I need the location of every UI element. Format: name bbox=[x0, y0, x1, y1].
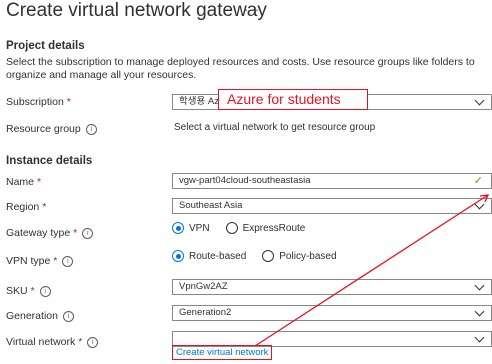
info-icon[interactable]: i bbox=[62, 311, 74, 322]
vpn-type-option-route-based[interactable]: Route-based bbox=[172, 250, 246, 262]
annotation-arrow-line bbox=[254, 194, 489, 347]
generation-label: Generation i bbox=[6, 310, 74, 322]
checkmark-icon: ✓ bbox=[473, 175, 483, 187]
chevron-down-icon bbox=[474, 199, 485, 210]
subscription-label: Subscription * bbox=[6, 96, 71, 108]
gateway-type-option-vpn[interactable]: VPN bbox=[172, 222, 210, 234]
gateway-type-radio-group: VPN ExpressRoute bbox=[172, 222, 321, 234]
chevron-down-icon bbox=[474, 332, 485, 343]
name-value: vgw-part04cloud-southeastasia bbox=[179, 175, 311, 186]
name-input[interactable]: vgw-part04cloud-southeastasia ✓ bbox=[172, 173, 492, 189]
name-label: Name * bbox=[6, 176, 42, 188]
info-icon[interactable]: i bbox=[39, 286, 51, 297]
chevron-down-icon bbox=[474, 95, 485, 106]
region-dropdown[interactable]: Southeast Asia bbox=[172, 198, 492, 214]
virtual-network-label: Virtual network * i bbox=[6, 336, 99, 348]
generation-value: Generation2 bbox=[179, 307, 232, 318]
gateway-type-option-expressroute[interactable]: ExpressRoute bbox=[225, 222, 305, 234]
project-details-heading: Project details bbox=[6, 40, 85, 52]
region-value: Southeast Asia bbox=[179, 200, 243, 211]
chevron-down-icon bbox=[474, 280, 485, 291]
info-icon[interactable]: i bbox=[87, 337, 99, 348]
sku-dropdown[interactable]: VpnGw2AZ bbox=[172, 279, 492, 295]
radio-selected-icon[interactable] bbox=[172, 250, 184, 262]
generation-dropdown[interactable]: Generation2 bbox=[172, 305, 492, 321]
resource-group-hint: Select a virtual network to get resource… bbox=[174, 122, 376, 133]
vpn-type-option-policy-based[interactable]: Policy-based bbox=[262, 250, 337, 262]
more-options-icon[interactable]: ··· bbox=[244, 2, 260, 17]
instance-details-heading: Instance details bbox=[6, 155, 93, 167]
radio-selected-icon[interactable] bbox=[172, 222, 184, 234]
region-label: Region * bbox=[6, 201, 47, 213]
info-icon[interactable]: i bbox=[85, 124, 97, 135]
create-virtual-network-link[interactable]: Create virtual network bbox=[172, 345, 273, 360]
radio-icon[interactable] bbox=[225, 222, 238, 234]
page-title: Create virtual network gateway bbox=[6, 0, 267, 21]
info-icon[interactable]: i bbox=[82, 228, 94, 239]
sku-label: SKU * i bbox=[6, 285, 51, 297]
project-details-description: Select the subscription to manage deploy… bbox=[6, 56, 475, 81]
subscription-annotation: Azure for students bbox=[218, 89, 368, 110]
radio-icon[interactable] bbox=[262, 250, 275, 262]
info-icon[interactable]: i bbox=[62, 256, 74, 267]
resource-group-label: Resource group i bbox=[6, 123, 97, 135]
chevron-down-icon bbox=[474, 306, 485, 317]
sku-value: VpnGw2AZ bbox=[179, 281, 228, 292]
vpn-type-label: VPN type * i bbox=[6, 255, 74, 267]
vpn-type-radio-group: Route-based Policy-based bbox=[172, 250, 353, 262]
gateway-type-label: Gateway type * i bbox=[6, 227, 94, 239]
